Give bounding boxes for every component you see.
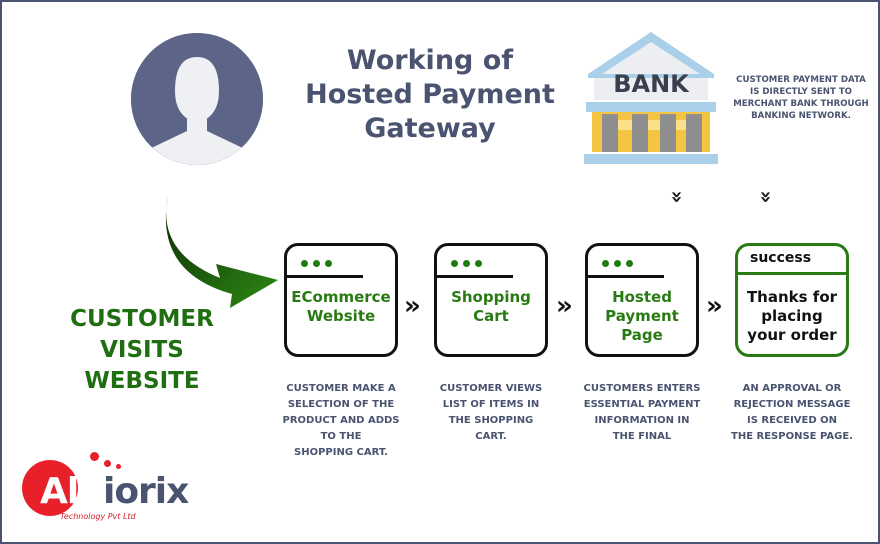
desc-line: THE RESPONSE PAGE.	[731, 431, 853, 442]
desc-line: THE FINAL	[612, 431, 672, 442]
window-bar	[437, 275, 513, 278]
window-bar	[738, 272, 846, 275]
logo-dot-icon	[104, 460, 111, 467]
logo-dot-icon	[90, 452, 99, 461]
desc-line: PRODUCT AND ADDS	[282, 415, 400, 426]
step-label: ECommerce Website	[287, 288, 395, 326]
step-label-line: your order	[747, 326, 837, 344]
chevron-down-icon: »	[754, 190, 779, 204]
chevron-down-icon: »	[665, 190, 690, 204]
desc-line: THE SHOPPING	[448, 415, 534, 426]
logo-subtitle: Technology Pvt Ltd	[60, 512, 136, 521]
desc-line: CUSTOMER VIEWS	[439, 383, 543, 394]
step-label-line: Website	[306, 307, 376, 325]
step-label: Shopping Cart	[437, 288, 545, 326]
user-avatar-icon	[131, 33, 263, 165]
curved-arrow-icon	[150, 192, 285, 310]
logo-part1: Alb	[40, 471, 104, 512]
step-card-success: success Thanks for placing your order	[735, 243, 849, 357]
bank-note-line: BANKING NETWORK.	[751, 111, 851, 121]
window-bar	[287, 275, 363, 278]
step-card-shopping-cart: Shopping Cart	[434, 243, 548, 357]
cta-line: WEBSITE	[84, 368, 200, 394]
step-label: Thanks for placing your order	[738, 288, 846, 345]
desc-line: IS RECEIVED ON	[746, 415, 838, 426]
customer-visits-website-label: CUSTOMER VISITS WEBSITE	[42, 304, 242, 397]
step-label: Hosted Payment Page	[588, 288, 696, 345]
desc-line: AN APPROVAL OR	[742, 383, 842, 394]
bank-building-icon: BANK	[582, 30, 720, 170]
window-dots-icon	[451, 260, 482, 267]
step-description-ecommerce: CUSTOMER MAKE A SELECTION OF THE PRODUCT…	[266, 381, 416, 461]
step-label-line: Cart	[473, 307, 509, 325]
desc-line: CUSTOMER MAKE A	[286, 383, 396, 394]
step-label-line: ECommerce	[291, 288, 391, 306]
title-line: Gateway	[364, 113, 496, 144]
step-label-line: Thanks for	[746, 288, 838, 306]
step-description-hosted-payment: CUSTOMERS ENTERS ESSENTIAL PAYMENT INFOR…	[567, 381, 717, 445]
desc-line: TO THE	[320, 431, 362, 442]
bank-sign: BANK	[613, 70, 689, 98]
step-label-line: placing	[761, 307, 823, 325]
desc-line: CART.	[475, 431, 507, 442]
title-line: Working of	[346, 45, 514, 76]
desc-line: REJECTION MESSAGE	[733, 399, 851, 410]
bank-note-line: CUSTOMER PAYMENT DATA	[736, 75, 866, 85]
step-label-line: Page	[621, 326, 663, 344]
logo-wordmark: Albiorix	[40, 471, 189, 512]
step-label-line: Hosted	[612, 288, 672, 306]
logo-part2: iorix	[102, 471, 189, 512]
diagram-title: Working of Hosted Payment Gateway	[290, 44, 570, 146]
step-description-shopping-cart: CUSTOMER VIEWS LIST OF ITEMS IN THE SHOP…	[416, 381, 566, 445]
bank-note: CUSTOMER PAYMENT DATA IS DIRECTLY SENT T…	[726, 74, 876, 122]
bank-note-line: MERCHANT BANK THROUGH	[733, 99, 869, 109]
desc-line: ESSENTIAL PAYMENT	[583, 399, 701, 410]
window-bar	[588, 275, 664, 278]
cta-line: VISITS	[100, 337, 184, 363]
title-line: Hosted Payment	[305, 79, 555, 110]
step-card-hosted-payment-page: Hosted Payment Page	[585, 243, 699, 357]
bank-note-line: IS DIRECTLY SENT TO	[750, 87, 852, 97]
desc-line: CUSTOMERS ENTERS	[583, 383, 701, 394]
window-dots-icon	[301, 260, 332, 267]
flow-arrow-icon: »	[556, 291, 573, 321]
cta-line: CUSTOMER	[70, 306, 214, 332]
desc-line: LIST OF ITEMS IN	[442, 399, 540, 410]
desc-line: INFORMATION IN	[594, 415, 690, 426]
step-label-line: Payment	[605, 307, 679, 325]
desc-line: SHOPPING CART.	[294, 447, 388, 458]
flow-arrow-icon: »	[404, 291, 421, 321]
logo-dot-icon	[116, 464, 121, 469]
step-label-line: Shopping	[451, 288, 531, 306]
step-card-ecommerce: ECommerce Website	[284, 243, 398, 357]
step-description-success: AN APPROVAL OR REJECTION MESSAGE IS RECE…	[717, 381, 867, 445]
flow-arrow-icon: »	[706, 291, 723, 321]
desc-line: SELECTION OF THE	[287, 399, 395, 410]
window-dots-icon	[602, 260, 633, 267]
success-tag: success	[750, 250, 812, 266]
